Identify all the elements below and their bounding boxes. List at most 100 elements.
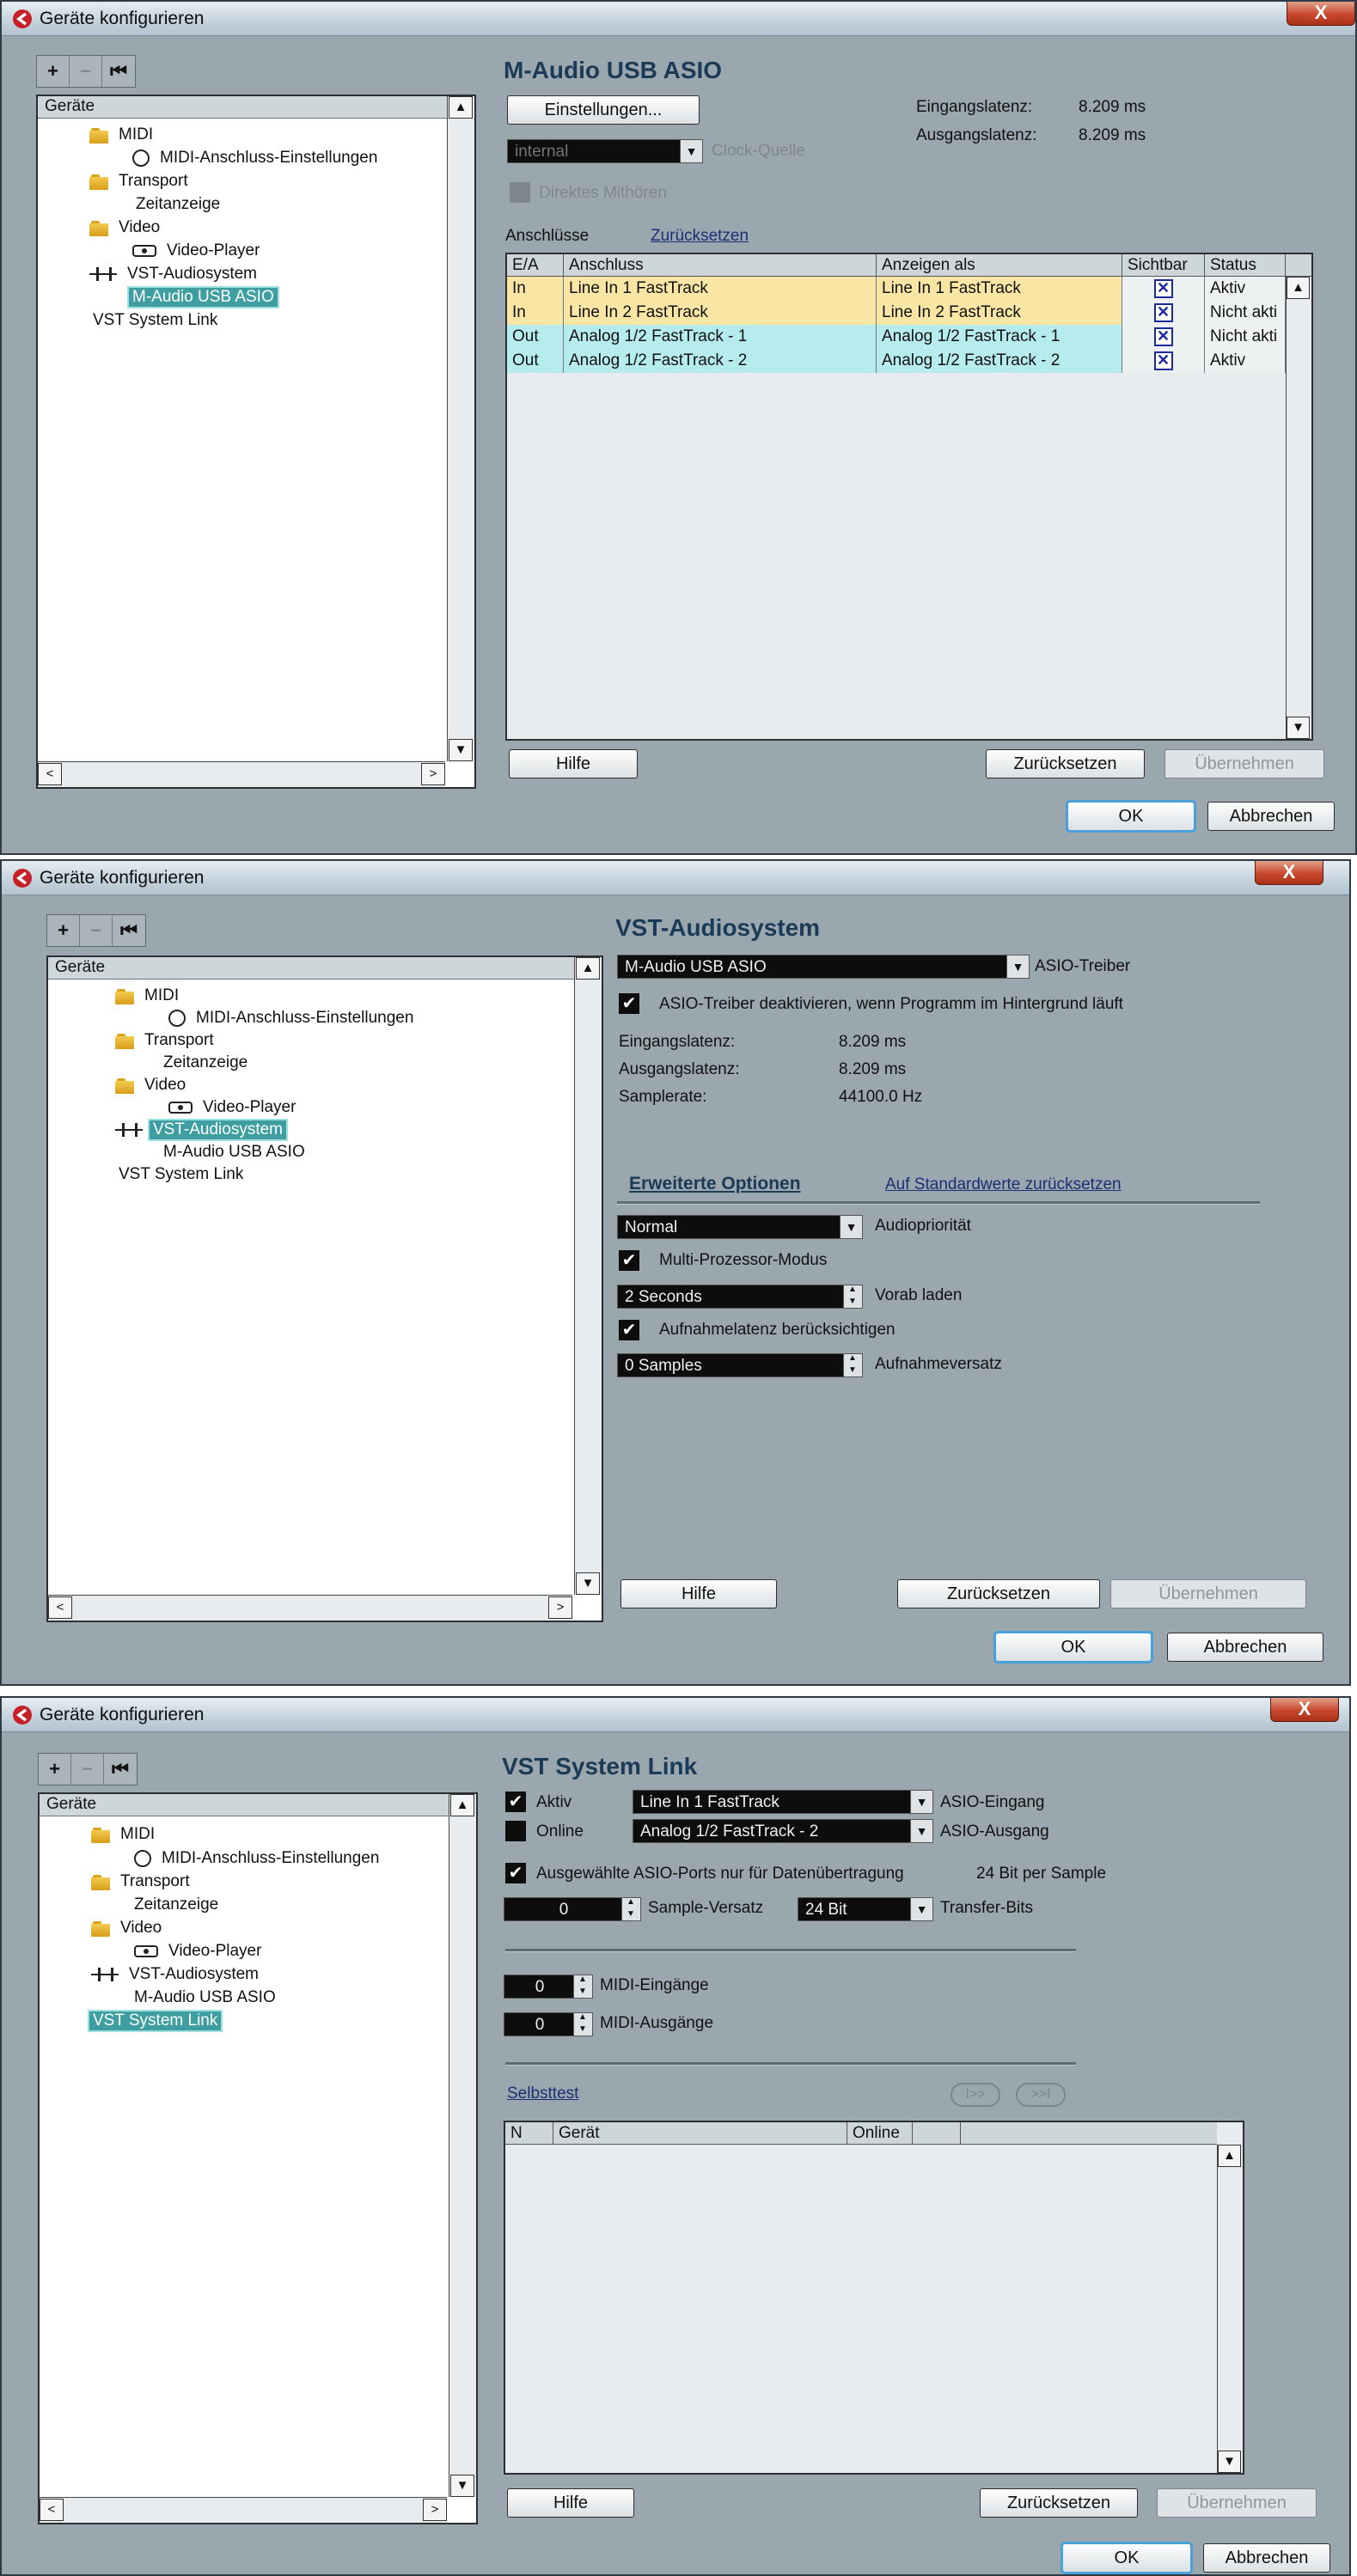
close-button[interactable]: X [1287, 2, 1355, 26]
scroll-up-arrow[interactable]: ▲ [450, 1794, 474, 1816]
tab-advanced-options[interactable]: Erweiterte Optionen [629, 1174, 801, 1194]
tree-item-midi-port-settings[interactable]: MIDI-Anschluss-Einstellungen [168, 1007, 417, 1029]
tree-item-transport[interactable]: Transport [89, 170, 192, 192]
visible-checkbox[interactable]: ✕ [1153, 351, 1173, 370]
tree-item-midi-port-settings[interactable]: MIDI-Anschluss-Einstellungen [132, 147, 381, 168]
port-cell[interactable]: Line In 2 FastTrack [564, 301, 877, 325]
tree-item-video[interactable]: Video [91, 1917, 165, 1938]
preload-stepper[interactable]: 2 Seconds [617, 1285, 863, 1309]
io-cell[interactable]: Out [507, 325, 564, 349]
midi-outputs-stepper[interactable]: 0 [504, 2012, 593, 2036]
add-device-button[interactable]: + [37, 56, 70, 87]
table-row[interactable]: Out Analog 1/2 FastTrack - 2 Analog 1/2 Fa… [507, 349, 1286, 373]
sample-offset-stepper[interactable]: 0 [504, 1897, 641, 1921]
reset-device-button[interactable]: ⏮ [104, 1754, 137, 1785]
col-show-as[interactable]: Anzeigen als [877, 254, 1122, 277]
close-button[interactable]: X [1255, 861, 1323, 885]
online-checkbox[interactable] [505, 1821, 526, 1841]
multiprocessor-checkbox[interactable]: ✔ [619, 1250, 639, 1271]
apply-button[interactable]: Übernehmen [1110, 1579, 1306, 1608]
clock-source-select[interactable]: internal ▼ [507, 139, 703, 163]
tree-item-midi[interactable]: MIDI [89, 124, 156, 145]
restore-defaults-link[interactable]: Auf Standardwerte zurücksetzen [885, 1175, 1122, 1194]
settings-button[interactable]: Einstellungen... [507, 95, 700, 125]
status-cell[interactable]: Aktiv [1205, 277, 1286, 301]
stepper-arrows[interactable] [621, 1897, 640, 1920]
scroll-down-arrow[interactable]: ▼ [1287, 717, 1310, 739]
scroll-up-arrow[interactable]: ▲ [449, 96, 473, 119]
reset-button[interactable]: Zurücksetzen [980, 2488, 1138, 2518]
status-cell[interactable]: Aktiv [1205, 349, 1286, 373]
remove-device-button[interactable]: − [70, 56, 102, 87]
col-io[interactable]: E/A [507, 254, 564, 277]
tree-item-video-player[interactable]: Video-Player [168, 1096, 299, 1118]
title-bar[interactable]: Geräte konfigurieren [2, 1698, 1349, 1732]
visible-checkbox[interactable]: ✕ [1153, 327, 1173, 346]
table-vertical-scrollbar[interactable]: ▲ ▼ [1217, 2145, 1243, 2473]
ok-button[interactable]: OK [993, 1631, 1153, 1663]
reset-device-button[interactable]: ⏮ [102, 56, 135, 87]
port-cell[interactable]: Analog 1/2 FastTrack - 2 [564, 349, 877, 373]
reset-button[interactable]: Zurücksetzen [986, 749, 1145, 778]
tree-item-m-audio[interactable]: M-Audio USB ASIO [127, 285, 279, 308]
scroll-right-arrow[interactable]: > [423, 2499, 447, 2521]
scroll-left-arrow[interactable]: < [48, 1596, 72, 1619]
table-row[interactable]: In Line In 1 FastTrack Line In 1 FastTrack… [507, 277, 1286, 301]
scroll-up-arrow[interactable]: ▲ [1218, 2145, 1241, 2167]
asio-output-select[interactable]: Analog 1/2 FastTrack - 2 ▼ [633, 1819, 933, 1843]
title-bar[interactable]: Geräte konfigurieren [2, 2, 1355, 36]
selftest-link[interactable]: Selbsttest [507, 2085, 578, 2103]
asio-input-select[interactable]: Line In 1 FastTrack ▼ [633, 1790, 933, 1814]
tree-item-midi-port-settings[interactable]: MIDI-Anschluss-Einstellungen [134, 1847, 382, 1869]
col-device[interactable]: Gerät [553, 2122, 847, 2145]
tree-horizontal-scrollbar[interactable]: < > [40, 2497, 447, 2523]
show-as-cell[interactable]: Analog 1/2 FastTrack - 1 [877, 325, 1122, 349]
close-button[interactable]: X [1270, 1698, 1339, 1722]
cancel-button[interactable]: Abbrechen [1167, 1633, 1323, 1662]
show-as-cell[interactable]: Line In 1 FastTrack [877, 277, 1122, 301]
tree-horizontal-scrollbar[interactable]: < > [48, 1595, 572, 1621]
tree-item-transport[interactable]: Transport [115, 1029, 217, 1051]
tree-item-video-player[interactable]: Video-Player [132, 240, 263, 261]
scroll-down-arrow[interactable]: ▼ [576, 1572, 600, 1595]
add-device-button[interactable]: + [39, 1754, 71, 1785]
help-button[interactable]: Hilfe [620, 1579, 777, 1608]
ok-button[interactable]: OK [1066, 800, 1196, 833]
cancel-button[interactable]: Abbrechen [1207, 802, 1335, 831]
show-as-cell[interactable]: Line In 2 FastTrack [877, 301, 1122, 325]
table-row[interactable]: In Line In 2 FastTrack Line In 2 FastTrack… [507, 301, 1286, 325]
status-cell[interactable]: Nicht akti [1205, 301, 1286, 325]
col-visible[interactable]: Sichtbar [1122, 254, 1205, 277]
tree-item-midi[interactable]: MIDI [91, 1823, 158, 1845]
apply-button[interactable]: Übernehmen [1157, 2488, 1317, 2518]
port-cell[interactable]: Analog 1/2 FastTrack - 1 [564, 325, 877, 349]
tree-item-midi[interactable]: MIDI [115, 985, 182, 1006]
stepper-arrows[interactable] [573, 1975, 592, 1998]
reset-device-button[interactable]: ⏮ [113, 915, 145, 946]
tree-item-time-display[interactable]: Zeitanzeige [132, 193, 223, 215]
col-port[interactable]: Anschluss [564, 254, 877, 277]
audio-priority-select[interactable]: Normal ▼ [617, 1215, 863, 1239]
tree-vertical-scrollbar[interactable]: ▲ ▼ [574, 957, 602, 1595]
scroll-right-arrow[interactable]: > [421, 763, 445, 785]
tree-item-video[interactable]: Video [89, 217, 163, 238]
stepper-arrows[interactable] [573, 2012, 592, 2036]
tree-item-m-audio[interactable]: M-Audio USB ASIO [160, 1141, 309, 1163]
tree-vertical-scrollbar[interactable]: ▲ ▼ [449, 1794, 476, 2497]
ok-button[interactable]: OK [1061, 2542, 1193, 2574]
tree-item-transport[interactable]: Transport [91, 1871, 193, 1892]
cancel-button[interactable]: Abbrechen [1203, 2543, 1330, 2573]
visible-checkbox[interactable]: ✕ [1153, 279, 1173, 298]
tree-item-vst-audio[interactable]: VST-Audiosystem [115, 1118, 288, 1141]
stepper-arrows[interactable] [843, 1285, 862, 1308]
scroll-up-arrow[interactable]: ▲ [1287, 277, 1310, 299]
table-vertical-scrollbar[interactable]: ▲ ▼ [1286, 277, 1311, 739]
tree-item-time-display[interactable]: Zeitanzeige [160, 1052, 251, 1073]
tree-item-vst-audio[interactable]: VST-Audiosystem [89, 263, 260, 284]
add-device-button[interactable]: + [47, 915, 80, 946]
stepper-arrows[interactable] [843, 1353, 862, 1377]
scroll-down-arrow[interactable]: ▼ [450, 2475, 474, 2497]
scroll-down-arrow[interactable]: ▼ [1218, 2451, 1241, 2473]
status-cell[interactable]: Nicht akti [1205, 325, 1286, 349]
direct-monitoring-checkbox[interactable] [510, 182, 530, 203]
